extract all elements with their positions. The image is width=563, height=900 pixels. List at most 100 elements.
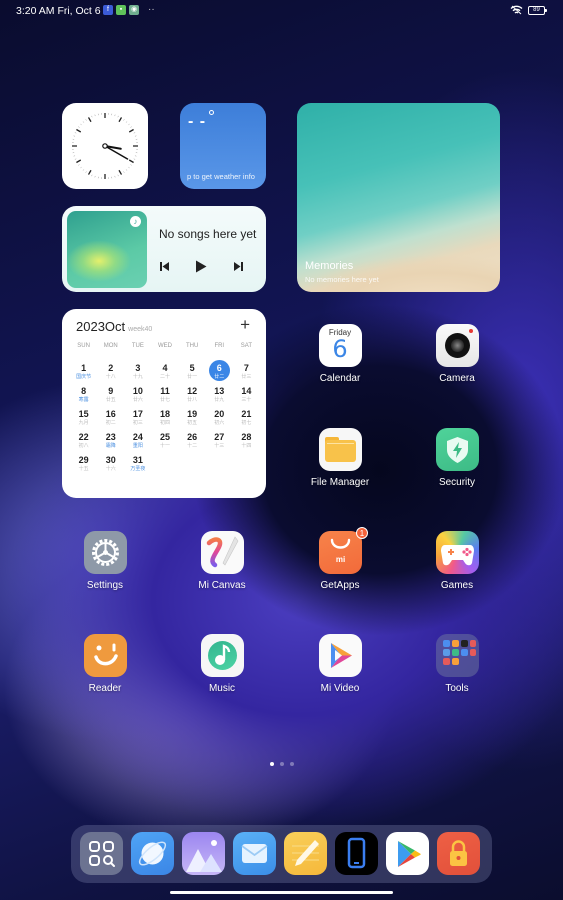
app-label: Mi Canvas [198,580,246,591]
page-indicator[interactable] [270,762,294,766]
lunar-date-label: 十二 [187,443,198,449]
previous-button[interactable] [157,259,171,273]
app-reader[interactable]: Reader [65,634,145,694]
day-number: 6 [216,363,222,373]
calendar-day[interactable]: 7 廿三 [233,363,260,381]
calendar-day[interactable]: 19 初五 [179,409,206,427]
calendar-day[interactable]: 21 初七 [233,409,260,427]
calendar-day[interactable]: 10 廿六 [124,386,151,404]
calendar-day[interactable]: 8 寒露 [70,386,97,404]
dock-app-lock[interactable] [437,832,480,875]
calendar-day[interactable]: 4 二十 [151,363,178,381]
calendar-day[interactable]: 29 十五 [70,455,97,473]
dock-phone-link[interactable] [335,832,378,875]
calendar-day[interactable]: 11 廿七 [151,386,178,404]
calendar-day[interactable]: 20 初六 [206,409,233,427]
calendar-widget[interactable]: 2023Oct week40 + SUN MON TUE WED THU FRI SAT 1国… [62,309,266,498]
app-getapps[interactable]: mi 1 GetApps [300,527,380,591]
calendar-day[interactable]: 1 国庆节 [70,363,97,381]
add-event-button[interactable]: + [240,315,250,335]
video-play-icon [318,634,362,677]
calendar-day[interactable]: 17 初三 [124,409,151,427]
calendar-day[interactable]: 31 万圣夜 [124,455,151,473]
weather-widget[interactable]: - - p to get weather info [180,103,266,189]
weekday-label: MON [103,343,118,349]
weekday-label: SAT [240,343,253,349]
app-calendar[interactable]: Friday 6 Calendar [300,324,380,384]
calendar-day[interactable]: 14 三十 [233,386,260,404]
calendar-day[interactable]: 27 十三 [206,432,233,450]
clock-widget[interactable] [62,103,148,189]
dock-gallery[interactable] [182,832,225,875]
lunar-date-label: 二十 [159,374,170,380]
calendar-app-icon: Friday 6 [318,324,362,367]
calendar-day[interactable]: 28 十四 [233,432,260,450]
calendar-cell: 31 万圣夜 [124,455,151,478]
app-security[interactable]: Security [417,428,497,488]
calendar-day-today[interactable]: 6 廿二 [208,360,230,381]
music-widget[interactable]: ♪ No songs here yet [62,206,266,292]
app-settings[interactable]: Settings [65,531,145,591]
holiday-label: 重阳 [132,443,143,449]
calendar-day[interactable]: 9 廿五 [97,386,124,404]
page-dot-active[interactable] [270,762,274,766]
calendar-day[interactable]: 5 廿一 [179,363,206,381]
browser-planet-icon [138,841,167,866]
calendar-day[interactable]: 3 十九 [124,363,151,381]
calendar-day[interactable]: 18 初四 [151,409,178,427]
lunar-date-label: 廿八 [187,397,198,403]
app-label: GetApps [320,580,360,591]
status-bar: 3:20 AM Fri, Oct 6 f ▪ ◉ ·· 89 [0,0,563,22]
calendar-day[interactable]: 13 廿九 [206,386,233,404]
day-number: 7 [243,363,249,373]
play-button[interactable] [194,259,208,273]
page-dot[interactable] [290,762,294,766]
app-label: Settings [86,580,124,591]
calendar-day[interactable]: 2 十八 [97,363,124,381]
dock-play-store[interactable] [386,832,429,875]
calendar-day[interactable]: 30 十六 [97,455,124,473]
page-dot[interactable] [280,762,284,766]
calendar-day[interactable]: 16 初二 [97,409,124,427]
calendar-day[interactable]: 23 霜降 [97,432,124,450]
dock-app-vault[interactable] [80,832,123,875]
calendar-day[interactable]: 15 九月 [70,409,97,427]
folder-tools[interactable]: Tools [417,634,497,694]
dock-mail[interactable] [233,832,276,875]
day-number: 11 [160,386,170,396]
day-number: 23 [105,432,116,442]
degree-icon [209,110,214,115]
calendar-cell: 5 廿一 [179,363,206,386]
app-games[interactable]: Games [417,531,497,591]
weather-hint: p to get weather info [187,172,255,181]
clock-minute-tick [85,171,87,173]
calendar-day[interactable]: 22 初八 [70,432,97,450]
app-label: Games [440,580,474,591]
dock-notes[interactable] [284,832,327,875]
clock-minute-tick [80,123,82,126]
app-camera[interactable]: Camera [417,324,497,384]
clock-minute-tick [78,126,80,128]
home-gesture-bar[interactable] [170,891,393,894]
memories-widget[interactable]: Memories No memories here yet [297,103,500,292]
app-mi-canvas[interactable]: Mi Canvas [182,531,262,591]
lunar-date-label: 十四 [241,443,252,449]
app-mi-video[interactable]: Mi Video [300,634,380,694]
calendar-day[interactable]: 26 十二 [179,432,206,450]
reader-smile-icon [83,634,127,677]
lunar-date-label: 初三 [132,420,143,426]
getapps-bag-icon: mi [318,531,362,574]
lunar-date-label: 初八 [78,443,89,449]
folder-icon [318,428,362,471]
dock-browser[interactable] [131,832,174,875]
calendar-cell: 1 国庆节 [70,363,97,386]
calendar-day[interactable]: 12 廿八 [179,386,206,404]
app-file-manager[interactable]: File Manager [300,428,380,488]
app-music[interactable]: Music [182,634,262,694]
next-button[interactable] [231,259,245,273]
calendar-day[interactable]: 25 十一 [151,432,178,450]
calendar-day[interactable]: 24 重阳 [124,432,151,450]
app-label: Tools [445,683,469,694]
clock-center-pin [102,143,108,149]
weekday-label: SUN [77,343,90,349]
